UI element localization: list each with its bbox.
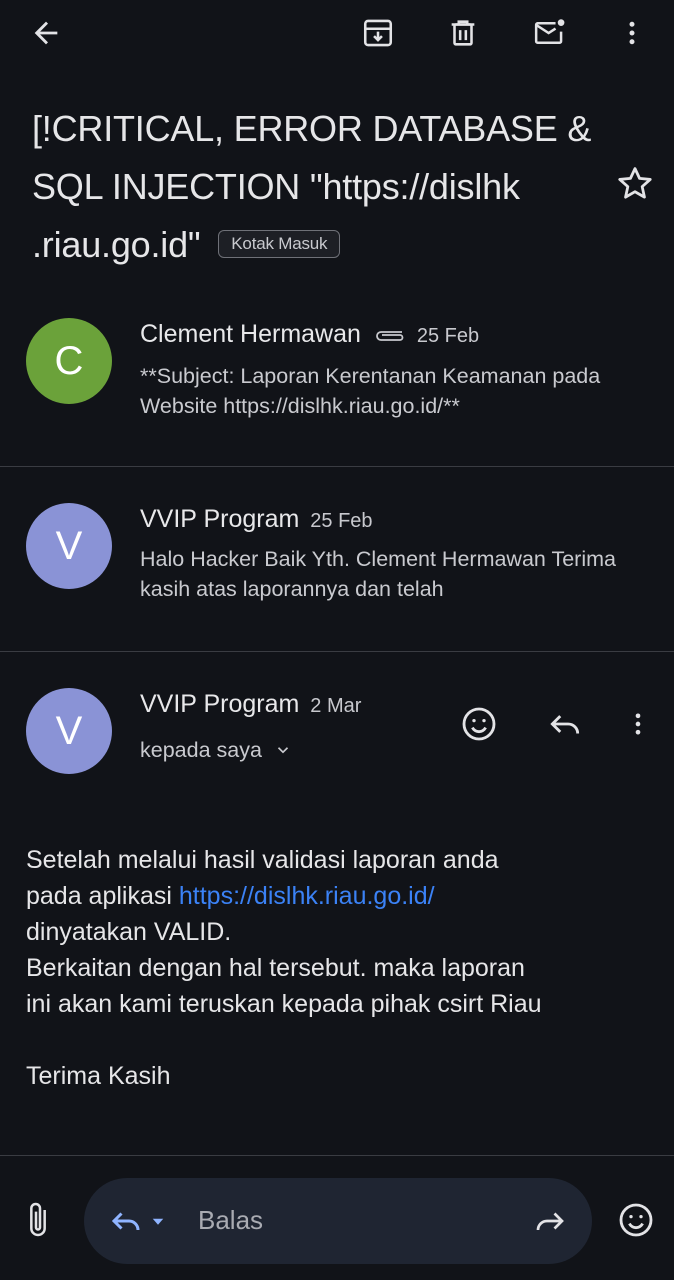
body-line: pada aplikasi https://dislhk.riau.go.id/ <box>26 882 435 910</box>
forward-icon[interactable] <box>526 1197 574 1245</box>
avatar: V <box>26 688 112 774</box>
sender-name: Clement Hermawan <box>140 320 361 348</box>
more-vert-icon[interactable] <box>614 700 662 748</box>
attachment-icon <box>372 322 406 351</box>
body-line: dinyatakan VALID. <box>26 918 232 946</box>
emoji-icon[interactable] <box>612 1196 660 1244</box>
message-snippet: **Subject: Laporan Kerentanan Keamanan p… <box>140 364 601 418</box>
message-date: 25 Feb <box>310 510 373 532</box>
reply-bar: Balas <box>0 1160 674 1280</box>
reply-field[interactable]: Balas <box>84 1178 592 1264</box>
sender-name: VVIP Program <box>140 690 300 718</box>
sender-line: VVIP Program 25 Feb <box>140 505 373 534</box>
message-body: Setelah melalui hasil validasi laporan a… <box>26 842 656 1094</box>
inbox-label-badge[interactable]: Kotak Masuk <box>218 230 341 258</box>
back-arrow-icon[interactable] <box>22 9 70 57</box>
message-item[interactable]: C Clement Hermawan 25 Feb **Subject: Lap… <box>0 300 674 466</box>
body-line: Setelah melalui hasil validasi laporan a… <box>26 846 499 874</box>
attachment-icon[interactable] <box>14 1196 62 1244</box>
email-subject: [!CRITICAL, ERROR DATABASE & SQL INJECTI… <box>32 100 612 274</box>
sender-name: VVIP Program <box>140 505 300 533</box>
avatar: V <box>26 503 112 589</box>
sender-line: Clement Hermawan 25 Feb <box>140 320 479 351</box>
avatar: C <box>26 318 112 404</box>
emoji-reaction-icon[interactable] <box>455 700 503 748</box>
mark-unread-icon[interactable] <box>526 9 574 57</box>
message-date: 2 Mar <box>310 695 362 717</box>
archive-icon[interactable] <box>354 9 402 57</box>
more-vert-icon[interactable] <box>608 9 656 57</box>
divider <box>0 1155 674 1156</box>
recipient-label: kepada saya <box>140 738 262 762</box>
reply-placeholder: Balas <box>198 1205 264 1235</box>
reply-icon[interactable] <box>102 1197 150 1245</box>
body-link[interactable]: https://dislhk.riau.go.id/ <box>179 882 435 910</box>
delete-icon[interactable] <box>439 9 487 57</box>
top-toolbar <box>0 0 674 66</box>
message-header-expanded: V VVIP Program 2 Mar kepada saya <box>0 652 674 812</box>
recipient-details[interactable]: kepada saya <box>140 738 292 765</box>
message-snippet: Halo Hacker Baik Yth. Clement Hermawan T… <box>140 547 616 601</box>
star-icon[interactable] <box>614 163 656 210</box>
message-date: 25 Feb <box>416 325 480 347</box>
message-item[interactable]: V VVIP Program 25 Feb Halo Hacker Baik Y… <box>0 467 674 651</box>
body-closing: Terima Kasih <box>26 1062 171 1090</box>
reply-icon[interactable] <box>541 700 589 748</box>
body-line: ini akan kami teruskan kepada pihak csir… <box>26 990 542 1018</box>
body-line: Berkaitan dengan hal tersebut. maka lapo… <box>26 954 525 982</box>
chevron-down-icon <box>274 740 292 765</box>
reply-options-dropdown-icon[interactable] <box>144 1197 172 1245</box>
sender-line: VVIP Program 2 Mar <box>140 690 361 719</box>
